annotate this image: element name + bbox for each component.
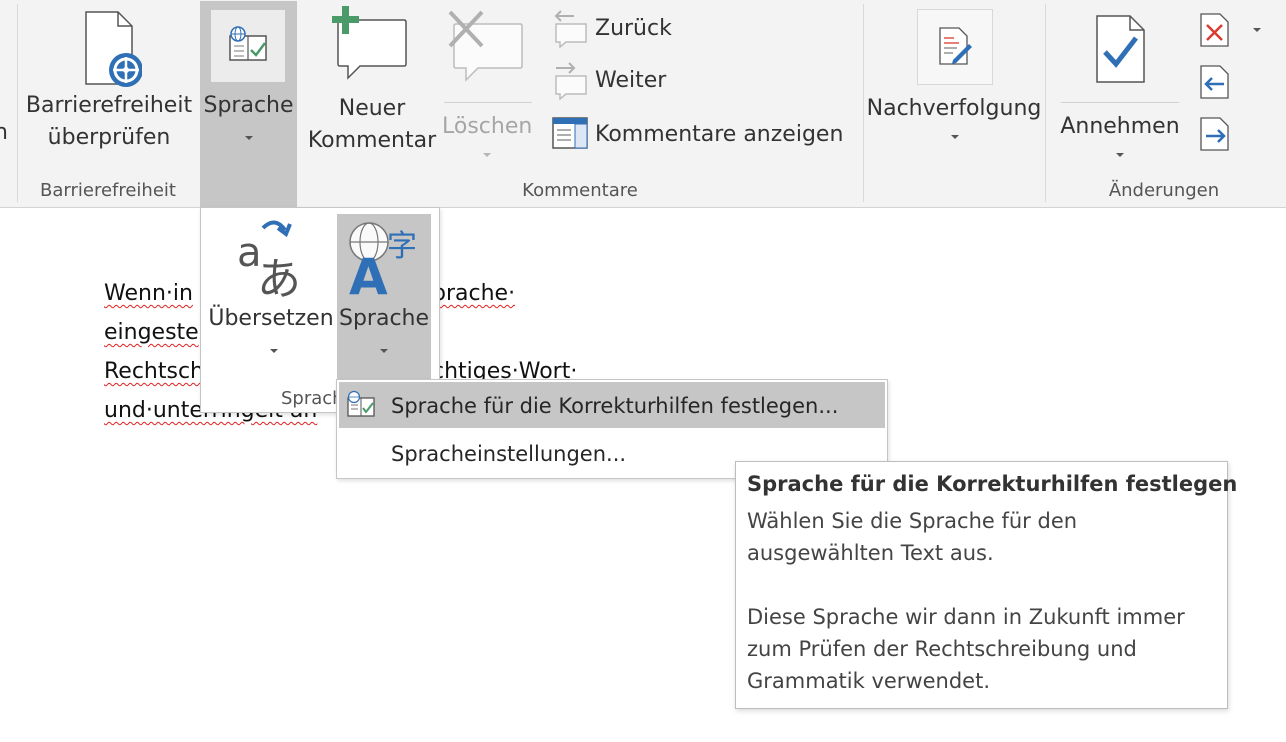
document-line-1: Wenn·in	[104, 281, 193, 306]
tooltip-text: Grammatik verwendet.	[747, 669, 991, 693]
accept-label: Annehmen	[1060, 114, 1180, 139]
accept-split-divider	[1061, 102, 1179, 103]
group-label-kommentare: Kommentare	[522, 180, 638, 201]
previous-comment-label: Zurück	[595, 16, 672, 41]
language-icon: A 字	[349, 222, 417, 298]
ribbon-cut-label: n	[0, 120, 8, 145]
ribbon-separator	[17, 4, 18, 202]
ribbon: n Barrierefreiheit überprüfen Barrierefr…	[0, 0, 1286, 208]
language-ribbon-button[interactable]: Sprache	[200, 1, 297, 207]
translate-button[interactable]: a あ Übersetzen	[207, 214, 335, 372]
chevron-down-icon	[483, 153, 491, 157]
new-comment-label-1: Neuer	[338, 96, 406, 121]
chevron-down-icon	[245, 136, 253, 140]
show-comments-icon	[552, 117, 588, 149]
tracking-label: Nachverfolgung	[866, 96, 1042, 121]
document-line-1-end: prache·	[432, 281, 516, 306]
menu-item-language-settings-label: Spracheinstellungen...	[391, 442, 627, 466]
next-comment-label: Weiter	[595, 68, 667, 93]
chevron-down-icon	[951, 135, 959, 139]
language-book-icon	[229, 26, 267, 61]
accept-change-icon	[1096, 15, 1145, 83]
delete-comment-button[interactable]: Löschen	[442, 4, 532, 170]
language-menu-button[interactable]: A 字 Sprache	[337, 214, 431, 382]
ribbon-separator	[1045, 4, 1046, 202]
chevron-down-icon	[380, 349, 388, 353]
next-comment-icon	[555, 62, 587, 100]
document-line-3: Rechtsch	[104, 359, 204, 384]
check-accessibility-label-1: Barrierefreiheit	[25, 93, 193, 118]
tracking-button[interactable]: Nachverfolgung	[866, 4, 1042, 164]
document-line-2: eingeste	[104, 320, 199, 345]
translate-icon: a あ	[237, 220, 301, 302]
group-label-barrierefreiheit: Barrierefreiheit	[40, 180, 176, 201]
chevron-down-icon	[270, 349, 278, 353]
tooltip: Sprache für die Korrekturhilfen festlege…	[735, 461, 1237, 709]
reject-change-button[interactable]	[1198, 12, 1238, 48]
previous-change-icon	[1200, 65, 1229, 99]
track-changes-icon	[939, 27, 972, 65]
accept-button[interactable]: Annehmen	[1058, 4, 1182, 170]
svg-text:字: 字	[387, 229, 417, 264]
previous-comment-button[interactable]: Zurück	[550, 10, 690, 50]
language-icon-box	[211, 10, 285, 82]
chevron-down-icon[interactable]	[1253, 28, 1261, 32]
show-comments-button[interactable]: Kommentare anzeigen	[550, 114, 850, 154]
check-accessibility-button[interactable]: Barrierefreiheit überprüfen	[24, 6, 194, 168]
tooltip-text: ausgewählten Text aus.	[747, 541, 994, 565]
reject-change-icon	[1200, 13, 1229, 47]
next-change-button[interactable]	[1198, 116, 1238, 152]
previous-change-button[interactable]	[1198, 64, 1238, 100]
next-change-icon	[1200, 117, 1229, 151]
check-accessibility-label-2: überprüfen	[47, 125, 171, 150]
previous-comment-icon	[554, 10, 587, 48]
group-label-aenderungen: Änderungen	[1108, 180, 1220, 201]
tooltip-text: zum Prüfen der Rechtschreibung und	[747, 637, 1137, 661]
delete-comment-label: Löschen	[442, 114, 533, 139]
tracking-icon-box	[917, 9, 993, 85]
menu-item-set-proofing-language[interactable]: Sprache für die Korrekturhilfen festlege…	[339, 382, 885, 428]
delete-comment-icon	[448, 10, 523, 82]
new-comment-icon	[332, 6, 407, 80]
tooltip-title: Sprache für die Korrekturhilfen festlege…	[747, 472, 1238, 496]
new-comment-button[interactable]: Neuer Kommentar	[306, 4, 438, 164]
proofing-language-icon	[347, 390, 375, 417]
menu-item-set-proofing-label: Sprache für die Korrekturhilfen festlege…	[391, 394, 839, 418]
svg-text:あ: あ	[257, 254, 301, 302]
chevron-down-icon	[1116, 153, 1124, 157]
language-menu-label: Sprache	[338, 306, 430, 331]
ribbon-separator	[863, 4, 864, 202]
delete-split-divider	[444, 102, 532, 103]
translate-label: Übersetzen	[208, 306, 334, 331]
tooltip-text: Diese Sprache wir dann in Zukunft immer	[747, 605, 1185, 629]
language-ribbon-label: Sprache	[203, 93, 294, 118]
next-comment-button[interactable]: Weiter	[550, 62, 690, 102]
tooltip-text: Wählen Sie die Sprache für den	[747, 509, 1078, 533]
group-label-sprache: Sprach	[281, 388, 344, 409]
show-comments-label: Kommentare anzeigen	[595, 122, 844, 147]
new-comment-label-2: Kommentar	[307, 128, 437, 153]
accessibility-check-icon	[85, 11, 142, 87]
svg-text:A: A	[349, 248, 388, 298]
